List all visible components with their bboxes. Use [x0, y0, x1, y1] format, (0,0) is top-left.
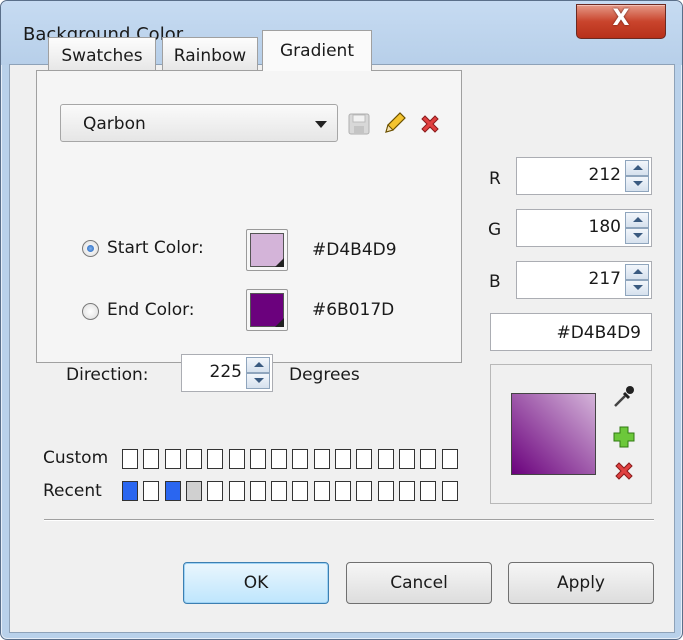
- custom-swatch-cell[interactable]: [377, 449, 394, 469]
- recent-swatch-cell[interactable]: [420, 481, 437, 501]
- direction-value: 225: [209, 362, 242, 382]
- edit-preset-button[interactable]: [382, 110, 406, 134]
- direction-spinner[interactable]: 225: [181, 354, 273, 392]
- pencil-icon: [385, 112, 406, 133]
- recent-swatch-cell[interactable]: [249, 481, 266, 501]
- add-icon: [613, 426, 635, 448]
- blue-decrement-button[interactable]: [625, 280, 649, 296]
- recent-swatch-cell[interactable]: [143, 481, 160, 501]
- blue-increment-button[interactable]: [625, 264, 649, 280]
- red-decrement-button[interactable]: [625, 176, 649, 192]
- save-preset-button[interactable]: [347, 112, 371, 136]
- custom-swatch-cell[interactable]: [420, 449, 437, 469]
- tab-gradient[interactable]: Gradient: [262, 30, 372, 71]
- custom-swatch-cell[interactable]: [441, 449, 458, 469]
- custom-swatch-cell[interactable]: [271, 449, 288, 469]
- custom-swatch-cell[interactable]: [249, 449, 266, 469]
- red-increment-button[interactable]: [625, 160, 649, 176]
- red-spinner[interactable]: 212: [516, 157, 652, 195]
- custom-swatch-cell[interactable]: [292, 449, 309, 469]
- start-color-label: Start Color:: [107, 238, 204, 258]
- recent-swatch-cell[interactable]: [377, 481, 394, 501]
- custom-swatch-cell[interactable]: [335, 449, 351, 469]
- ok-button[interactable]: OK: [183, 562, 329, 604]
- cancel-button[interactable]: Cancel: [346, 562, 492, 604]
- add-color-button[interactable]: [612, 425, 636, 449]
- recent-swatch-cell[interactable]: [356, 481, 373, 501]
- chevron-down-icon: [315, 121, 327, 128]
- recent-swatch-cell[interactable]: [164, 481, 181, 501]
- remove-icon: [615, 462, 633, 480]
- end-color-radio[interactable]: [82, 303, 99, 320]
- green-spinner[interactable]: 180: [516, 209, 652, 247]
- custom-swatch-cell[interactable]: [122, 449, 138, 469]
- custom-swatch-cell[interactable]: [143, 449, 160, 469]
- recent-swatch-cell[interactable]: [335, 481, 351, 501]
- direction-increment-button[interactable]: [246, 357, 270, 373]
- save-icon: [348, 113, 370, 135]
- close-icon: X: [612, 6, 630, 31]
- divider: [44, 519, 654, 521]
- end-color-hex: #6B017D: [312, 300, 395, 320]
- recent-swatch-cell[interactable]: [313, 481, 330, 501]
- recent-swatch-cell[interactable]: [122, 481, 138, 501]
- custom-swatch-cell[interactable]: [164, 449, 181, 469]
- recent-swatch-cell[interactable]: [207, 481, 224, 501]
- close-button[interactable]: X: [576, 4, 666, 39]
- direction-unit-label: Degrees: [289, 365, 360, 385]
- end-color-picker-button[interactable]: [246, 289, 288, 331]
- eyedropper-button[interactable]: [610, 384, 634, 408]
- custom-palette-label: Custom: [43, 448, 109, 468]
- custom-swatch-cell[interactable]: [356, 449, 373, 469]
- recent-palette-label: Recent: [43, 481, 102, 501]
- recent-swatch-cell[interactable]: [292, 481, 309, 501]
- gradient-preview: [511, 393, 596, 475]
- delete-icon: [421, 115, 439, 133]
- blue-label: B: [489, 272, 501, 292]
- start-color-picker-button[interactable]: [246, 229, 288, 271]
- gradient-preset-dropdown[interactable]: Qarbon: [60, 104, 338, 142]
- tab-rainbow[interactable]: Rainbow: [162, 37, 258, 70]
- recent-swatch-cell[interactable]: [228, 481, 245, 501]
- recent-swatch-cell[interactable]: [185, 481, 202, 501]
- end-color-label: End Color:: [107, 300, 195, 320]
- remove-color-button[interactable]: [612, 459, 636, 483]
- hex-input[interactable]: #D4B4D9: [490, 313, 652, 351]
- green-value: 180: [588, 217, 621, 237]
- apply-button[interactable]: Apply: [508, 562, 654, 604]
- red-label: R: [489, 169, 501, 189]
- direction-label: Direction:: [66, 365, 149, 385]
- start-color-radio[interactable]: [82, 240, 99, 257]
- recent-swatch-cell[interactable]: [441, 481, 458, 501]
- recent-swatch-cell[interactable]: [398, 481, 415, 501]
- gradient-preset-value: Qarbon: [83, 114, 146, 134]
- direction-decrement-button[interactable]: [246, 373, 270, 389]
- dropdown-corner-icon: [275, 258, 284, 267]
- custom-swatch-cell[interactable]: [313, 449, 330, 469]
- custom-swatch-cell[interactable]: [185, 449, 202, 469]
- custom-swatch-cell[interactable]: [207, 449, 224, 469]
- eyedropper-icon: [614, 386, 634, 407]
- delete-preset-button[interactable]: [418, 112, 442, 136]
- custom-swatch-cell[interactable]: [398, 449, 415, 469]
- blue-value: 217: [588, 269, 621, 289]
- green-increment-button[interactable]: [625, 212, 649, 228]
- red-value: 212: [588, 165, 621, 185]
- start-color-hex: #D4B4D9: [312, 240, 397, 260]
- custom-swatch-cell[interactable]: [228, 449, 245, 469]
- hex-value: #D4B4D9: [556, 323, 641, 343]
- tab-swatches[interactable]: Swatches: [48, 37, 156, 70]
- dropdown-corner-icon: [275, 318, 284, 327]
- blue-spinner[interactable]: 217: [516, 261, 652, 299]
- green-label: G: [488, 220, 502, 240]
- green-decrement-button[interactable]: [625, 228, 649, 244]
- recent-swatch-cell[interactable]: [271, 481, 288, 501]
